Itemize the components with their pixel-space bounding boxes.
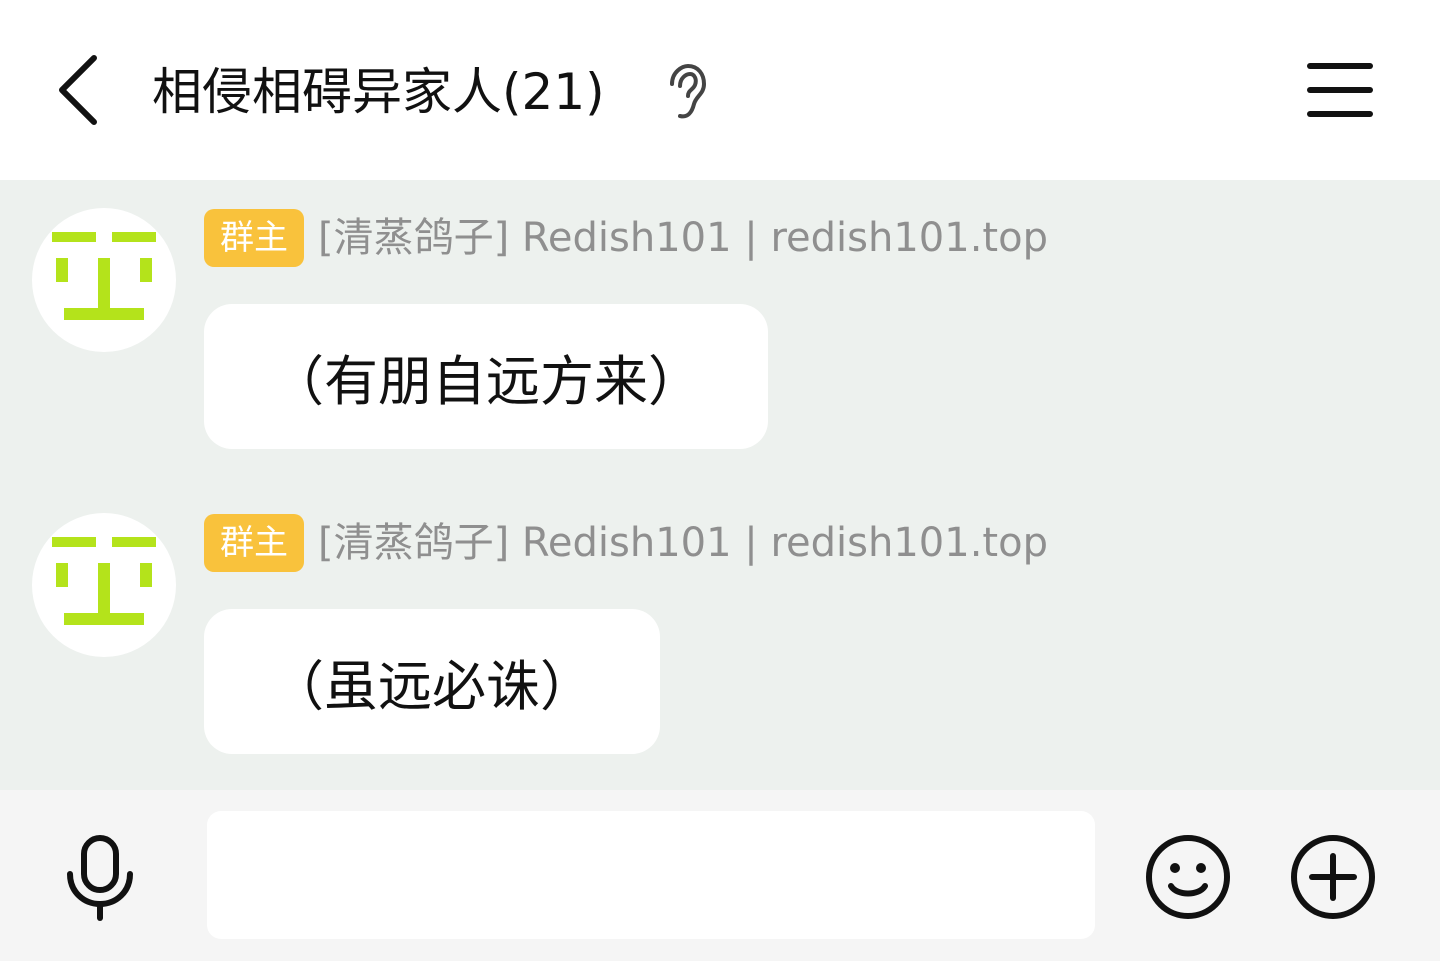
back-button[interactable] [40,48,116,132]
sender-line: 群主 [清蒸鸽子] Redish101 | redish101.top [204,513,1048,573]
plus-circle-icon [1291,835,1375,919]
voice-button[interactable] [56,834,144,922]
emoji-button[interactable] [1143,832,1233,922]
microphone-icon [67,835,133,921]
chat-title: 相侵相碍异家人(21) [152,63,605,121]
avatar[interactable] [32,513,176,657]
message-input[interactable] [207,811,1095,939]
chevron-left-icon [59,55,97,125]
owner-badge: 群主 [204,514,304,572]
owner-badge: 群主 [204,209,304,267]
ear-icon[interactable] [662,63,710,120]
hamburger-menu-icon [1307,63,1373,117]
pixel-face-avatar [52,537,156,625]
message-item: 群主 [清蒸鸽子] Redish101 | redish101.top （有朋自… [0,208,1440,458]
sender-name[interactable]: [清蒸鸽子] Redish101 | redish101.top [318,514,1048,572]
smiley-icon [1146,835,1230,919]
avatar[interactable] [32,208,176,352]
input-bar [0,790,1440,961]
message-bubble[interactable]: （有朋自远方来） [204,304,768,449]
message-bubble[interactable]: （虽远必诛） [204,609,660,754]
more-button[interactable] [1288,832,1378,922]
pixel-face-avatar [52,232,156,320]
sender-name[interactable]: [清蒸鸽子] Redish101 | redish101.top [318,209,1048,267]
chat-header: 相侵相碍异家人(21) [0,0,1440,180]
chat-message-area[interactable]: 群主 [清蒸鸽子] Redish101 | redish101.top （有朋自… [0,180,1440,790]
sender-line: 群主 [清蒸鸽子] Redish101 | redish101.top [204,208,1048,268]
message-item: 群主 [清蒸鸽子] Redish101 | redish101.top （虽远必… [0,513,1440,763]
menu-button[interactable] [1300,56,1380,126]
